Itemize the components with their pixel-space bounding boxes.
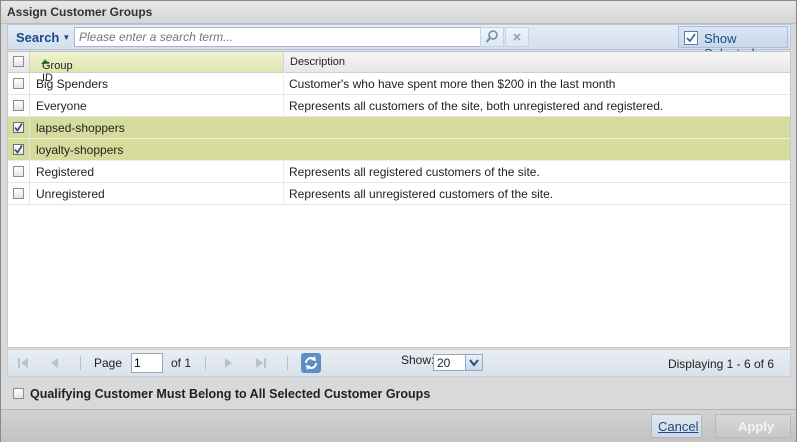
description-header-label: Description	[290, 56, 346, 68]
row-select-cell	[8, 161, 30, 182]
row-select-cell	[8, 73, 30, 94]
apply-button[interactable]: Apply	[715, 414, 791, 438]
clear-x-icon	[513, 33, 521, 41]
row-select-cell	[8, 183, 30, 204]
page-number-input[interactable]	[131, 353, 163, 373]
table-row-selected[interactable]: loyalty-shoppers	[8, 139, 790, 161]
group-id-cell: loyalty-shoppers	[36, 143, 124, 157]
row-checkbox[interactable]	[13, 166, 24, 177]
magnifier-icon	[485, 30, 498, 43]
last-page-icon	[256, 358, 266, 368]
table-row[interactable]: Registered Represents all registered cus…	[8, 161, 790, 183]
previous-page-icon	[51, 358, 58, 368]
checkmark-icon	[14, 145, 23, 154]
paging-toolbar: Page of 1 Show: 20 Displaying 1 - 6 of 6	[7, 349, 791, 377]
apply-label: Apply	[738, 419, 775, 434]
search-label: Search	[16, 30, 60, 45]
row-select-cell	[8, 117, 30, 138]
select-all-checkbox[interactable]	[13, 56, 24, 67]
description-cell: Represents all registered customers of t…	[289, 165, 540, 179]
page-count-label: of 1	[171, 356, 192, 370]
first-page-button[interactable]	[12, 352, 34, 374]
page-size-select[interactable]: 20	[433, 354, 483, 371]
row-select-cell	[8, 139, 30, 160]
dialog-title: Assign Customer Groups	[7, 5, 153, 19]
previous-page-button[interactable]	[44, 352, 66, 374]
assign-customer-groups-dialog: Assign Customer Groups Search▼ Show Sele…	[0, 0, 797, 442]
group-id-cell: Everyone	[36, 99, 87, 113]
group-id-cell: Registered	[36, 165, 95, 179]
row-checkbox[interactable]	[13, 188, 24, 199]
table-row[interactable]: Big Spenders Customer's who have spent m…	[8, 73, 790, 95]
row-checkbox[interactable]	[13, 100, 24, 111]
page-size-dropdown-trigger[interactable]	[465, 355, 482, 370]
row-checkbox[interactable]	[13, 122, 24, 133]
column-header-group-id[interactable]: Group ID	[30, 52, 284, 84]
search-toolbar: Search▼ Show Selected	[7, 24, 791, 61]
page-size-label: Show:	[401, 353, 435, 367]
search-submit-button[interactable]	[480, 27, 504, 47]
displaying-count: Displaying 1 - 6 of 6	[667, 357, 774, 371]
clear-search-button[interactable]	[505, 27, 529, 47]
dialog-titlebar[interactable]: Assign Customer Groups	[1, 1, 796, 24]
customer-groups-grid: Group ID Description Big Spenders Custom…	[7, 51, 791, 348]
grid-header: Group ID Description	[8, 52, 790, 84]
table-row[interactable]: Unregistered Represents all unregistered…	[8, 183, 790, 205]
refresh-button[interactable]	[300, 352, 322, 374]
last-page-button[interactable]	[250, 352, 272, 374]
group-id-cell: lapsed-shoppers	[36, 121, 125, 135]
next-page-icon	[225, 358, 232, 368]
refresh-icon	[301, 353, 321, 373]
qualify-label: Qualifying Customer Must Belong to All S…	[30, 387, 431, 401]
description-cell: Customer's who have spent more then $200…	[289, 77, 616, 91]
group-id-cell: Big Spenders	[36, 77, 109, 91]
show-selected-checkbox[interactable]	[684, 31, 698, 45]
group-id-cell: Unregistered	[36, 187, 105, 201]
cancel-label: Cancel	[658, 419, 699, 434]
row-checkbox[interactable]	[13, 144, 24, 155]
column-header-description[interactable]: Description	[284, 52, 790, 72]
search-dropdown-button[interactable]: Search ▼	[16, 30, 70, 45]
row-select-cell	[8, 95, 30, 116]
pager-divider	[205, 356, 206, 370]
chevron-down-icon	[469, 359, 479, 367]
page-label: Page	[94, 356, 123, 370]
search-input[interactable]	[74, 27, 482, 47]
chevron-down-icon: ▼	[62, 33, 71, 42]
next-page-button[interactable]	[217, 352, 239, 374]
row-checkbox[interactable]	[13, 78, 24, 89]
description-cell: Represents all customers of the site, bo…	[289, 99, 664, 113]
pager-divider	[80, 356, 81, 370]
qualify-checkbox[interactable]	[13, 388, 24, 399]
page-size-value: 20	[437, 356, 451, 370]
first-page-icon	[18, 358, 28, 368]
checkmark-icon	[14, 123, 23, 132]
select-all-header	[8, 52, 30, 72]
table-row[interactable]: Everyone Represents all customers of the…	[8, 95, 790, 117]
description-cell: Represents all unregistered customers of…	[289, 187, 554, 201]
cancel-button[interactable]: Cancel	[651, 414, 702, 438]
show-selected-toggle[interactable]: Show Selected	[678, 26, 788, 61]
table-row-selected[interactable]: lapsed-shoppers	[8, 117, 790, 139]
dialog-footer: Cancel Apply	[1, 409, 796, 442]
pager-divider	[287, 356, 288, 370]
checkmark-icon	[686, 33, 696, 43]
